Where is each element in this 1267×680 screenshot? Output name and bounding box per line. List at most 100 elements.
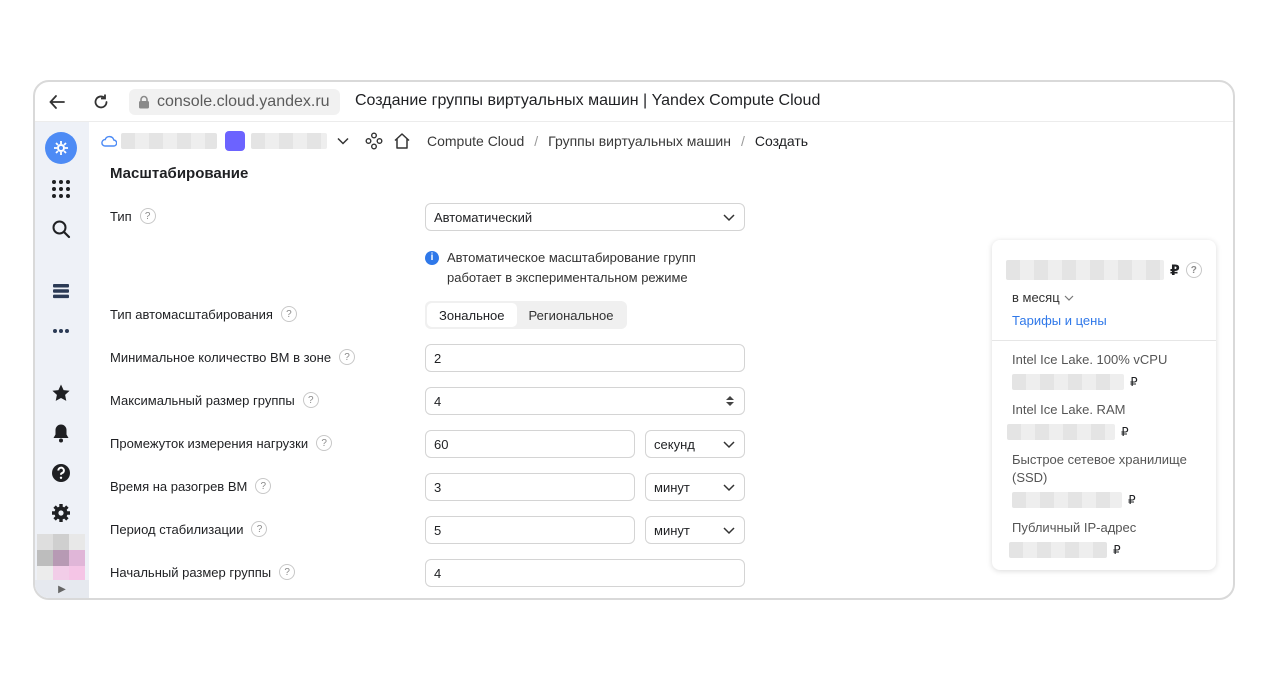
initial-size-label-text: Начальный размер группы [110,564,272,580]
help-icon[interactable]: ? [279,564,296,580]
option-regional[interactable]: Региональное [517,303,626,327]
url-text: console.cloud.yandex.ru [157,93,330,110]
help-icon[interactable]: ? [1185,262,1202,278]
min-vm-label-text: Минимальное количество ВМ в зоне [110,349,332,365]
back-arrow-icon[interactable] [45,90,69,114]
price-item-value-redacted [1012,374,1124,390]
experimental-info-note: i Автоматическое масштабирование групп р… [425,248,696,288]
breadcrumb-compute-cloud[interactable]: Compute Cloud [427,133,524,149]
compute-service-icon[interactable] [45,132,77,164]
initial-size-label: Начальный размер группы ? [110,564,296,580]
price-item-label: Публичный IP-адрес [1012,520,1137,535]
all-services-grid-icon[interactable] [46,174,76,204]
cloud-name-redacted[interactable] [121,133,217,149]
page-title: Создание группы виртуальных машин | Yand… [355,92,821,109]
sidebar: ▶ [35,122,89,598]
interval-unit-select[interactable]: секунд [645,430,745,458]
billing-period-select[interactable]: в месяц [1012,290,1074,305]
stepper-arrows-icon[interactable] [725,395,735,410]
autoscale-type-segmented-control: Зональное Региональное [425,301,628,329]
breadcrumb-create: Создать [754,133,809,149]
max-size-label-text: Максимальный размер группы [110,392,295,408]
currency-sign: ₽ [1170,261,1180,278]
help-icon[interactable]: ? [139,208,156,224]
min-vm-input[interactable]: 2 [425,344,745,372]
option-zonal[interactable]: Зональное [427,303,517,327]
reload-icon[interactable] [89,90,113,114]
help-icon[interactable] [46,458,76,488]
settings-gear-icon[interactable] [46,498,76,528]
price-item-value-redacted [1007,424,1115,440]
price-item-vcpu: Intel Ice Lake. 100% vCPU ₽ [1012,351,1207,391]
warmup-unit-value: минут [654,479,690,495]
price-item-label: Intel Ice Lake. RAM [1012,402,1126,417]
max-size-value: 4 [434,393,442,409]
chevron-down-icon[interactable] [337,137,349,145]
service-network-icon[interactable] [365,132,383,150]
address-bar[interactable]: console.cloud.yandex.ru [129,89,340,115]
currency-sign: ₽ [1121,425,1129,439]
stabilization-unit-value: минут [654,522,690,538]
bell-icon[interactable] [46,418,76,448]
price-summary-card: ₽ ? в месяц Тарифы и цены Intel Ice Lake… [992,240,1216,570]
currency-sign: ₽ [1128,493,1136,507]
price-item-public-ip: Публичный IP-адрес ₽ [1009,519,1207,559]
more-dots-icon[interactable] [46,316,76,346]
help-icon[interactable]: ? [316,435,333,451]
chevron-down-icon [1064,294,1074,302]
warmup-input[interactable]: 3 [425,473,635,501]
interval-label: Промежуток измерения нагрузки ? [110,435,333,451]
chevron-down-icon [723,438,735,453]
browser-window: console.cloud.yandex.ru Создание группы … [33,80,1235,600]
type-label: Тип ? [110,208,156,224]
price-item-ssd: Быстрое сетевое хранилище (SSD) ₽ [1012,451,1207,509]
stabilization-unit-select[interactable]: минут [645,516,745,544]
help-icon[interactable]: ? [251,521,268,537]
interval-label-text: Промежуток измерения нагрузки [110,435,309,451]
total-price-redacted [1006,260,1164,280]
breadcrumb-separator: / [741,133,745,149]
user-avatar[interactable] [37,534,85,580]
help-icon[interactable]: ? [255,478,272,494]
autoscale-type-label-text: Тип автомасштабирования [110,306,273,322]
warmup-unit-select[interactable]: минут [645,473,745,501]
scaling-type-select[interactable]: Автоматический [425,203,745,231]
expand-sidebar-icon[interactable]: ▶ [35,580,89,598]
breadcrumb-separator: / [534,133,539,149]
lock-icon [138,95,150,114]
warmup-label-text: Время на разогрев ВМ [110,478,248,494]
help-icon[interactable]: ? [302,392,319,408]
help-icon[interactable]: ? [280,306,297,322]
max-size-stepper[interactable]: 4 [425,387,745,415]
interval-input[interactable]: 60 [425,430,635,458]
scaling-type-value: Автоматический [434,209,533,225]
cloud-icon [101,135,117,147]
star-icon[interactable] [46,378,76,408]
stabilization-input[interactable]: 5 [425,516,635,544]
interval-unit-value: секунд [654,436,695,452]
browser-toolbar: console.cloud.yandex.ru Создание группы … [35,82,1233,122]
price-item-ram: Intel Ice Lake. RAM ₽ [1007,401,1207,441]
autoscale-type-label: Тип автомасштабирования ? [110,306,297,322]
resources-list-icon[interactable] [46,276,76,306]
home-icon[interactable] [393,132,411,150]
info-text-line1: Автоматическое масштабирование групп [447,250,696,265]
folder-icon [225,131,245,151]
currency-sign: ₽ [1113,543,1121,557]
currency-sign: ₽ [1130,375,1138,389]
billing-period-value: в месяц [1012,290,1060,305]
price-item-label: Быстрое сетевое хранилище (SSD) [1012,452,1187,485]
min-vm-value: 2 [434,350,442,366]
info-text-line2: работает в экспериментальном режиме [447,270,688,285]
section-title-scaling: Масштабирование [110,165,249,182]
search-icon[interactable] [46,214,76,244]
breadcrumb-vm-groups[interactable]: Группы виртуальных машин [548,133,731,149]
tariffs-link[interactable]: Тарифы и цены [1012,313,1107,328]
initial-size-input[interactable]: 4 [425,559,745,587]
folder-name-redacted[interactable] [251,133,327,149]
stabilization-value: 5 [434,522,442,538]
interval-value: 60 [434,436,449,452]
total-price: ₽ ? [1006,260,1202,280]
min-vm-label: Минимальное количество ВМ в зоне ? [110,349,356,365]
help-icon[interactable]: ? [339,349,356,365]
